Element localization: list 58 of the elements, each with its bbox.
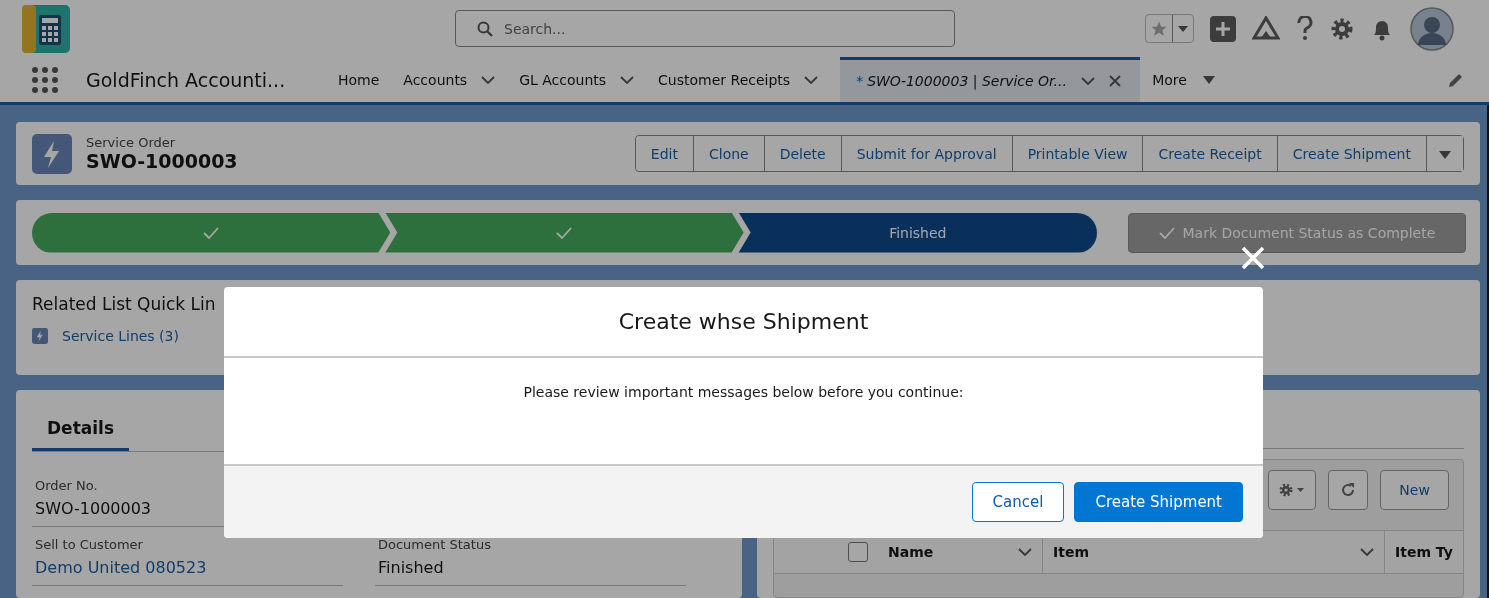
related-link[interactable]: Service Lines (3) — [62, 328, 179, 344]
chevron-down-icon[interactable] — [620, 75, 635, 84]
caret-icon — [1178, 25, 1188, 32]
modal-message: Please review important messages below before you continue: — [523, 384, 964, 402]
select-all-checkbox[interactable] — [848, 542, 868, 562]
check-icon — [556, 226, 573, 239]
app-launcher-icon[interactable] — [32, 66, 58, 93]
field-value: SWO-1000003 — [35, 499, 153, 518]
refresh-button[interactable] — [1328, 470, 1369, 510]
chevron-down-icon[interactable] — [1018, 548, 1032, 556]
record-title: SWO-1000003 — [86, 150, 238, 172]
avatar-icon[interactable] — [1410, 6, 1454, 51]
lightning-icon — [32, 133, 72, 174]
field-label: Document Status — [378, 537, 492, 552]
nav-tab[interactable]: Customer Receipts — [646, 57, 831, 102]
caret-icon — [1438, 150, 1451, 159]
record-type: Service Order — [86, 135, 177, 150]
chevron-down-icon[interactable] — [1080, 77, 1095, 85]
modal-button[interactable]: Cancel — [971, 482, 1065, 522]
modal-button[interactable]: Create Shipment — [1074, 482, 1243, 522]
favorites-button[interactable] — [1145, 14, 1194, 43]
nav-tab[interactable]: * SWO-1000003 | Service Or... — [840, 57, 1141, 102]
nav-tab[interactable]: GL Accounts — [507, 57, 647, 102]
new-button[interactable]: New — [1380, 470, 1449, 510]
field-value: Finished — [378, 558, 445, 577]
settings-menu-button[interactable] — [1268, 470, 1317, 510]
check-icon — [1158, 226, 1175, 239]
nav-tab[interactable]: Accounts — [391, 57, 508, 102]
refresh-icon — [1340, 482, 1357, 498]
path-stage[interactable] — [32, 212, 391, 253]
settings-icon — [1279, 483, 1306, 497]
more-tab[interactable]: More — [1140, 57, 1227, 102]
caret-icon — [1202, 75, 1215, 84]
field-label: Order No. — [35, 478, 99, 493]
check-icon — [203, 226, 220, 239]
search-icon — [477, 21, 493, 37]
field-label: Sell to Customer — [35, 537, 144, 552]
field-link[interactable]: Demo United 080523 — [35, 558, 343, 577]
more-actions-button[interactable] — [1425, 136, 1463, 171]
close-icon[interactable] — [1108, 75, 1121, 87]
modal-title: Create whse Shipment — [618, 309, 869, 334]
chevron-down-icon[interactable] — [481, 75, 496, 84]
chevron-down-icon[interactable] — [1360, 548, 1374, 556]
search-field[interactable]: Search... — [455, 10, 955, 47]
card-title: Related List Quick Lin — [32, 294, 217, 314]
path-stage[interactable]: Finished — [738, 212, 1097, 253]
details-tab[interactable]: Details — [32, 414, 129, 451]
calculator-logo-icon[interactable] — [22, 4, 70, 53]
plus-icon[interactable] — [1210, 15, 1236, 42]
chevron-down-icon[interactable] — [804, 75, 819, 84]
help-icon[interactable] — [1296, 15, 1314, 42]
mountain-icon[interactable] — [1252, 15, 1280, 42]
path-stage[interactable] — [385, 212, 744, 253]
app-name: GoldFinch Accounti... — [86, 68, 287, 91]
settings-icon[interactable] — [1330, 16, 1354, 41]
nav-tab[interactable]: Home — [326, 57, 392, 102]
column-header[interactable]: Item Ty — [1385, 531, 1463, 573]
lightning-icon — [32, 328, 48, 344]
